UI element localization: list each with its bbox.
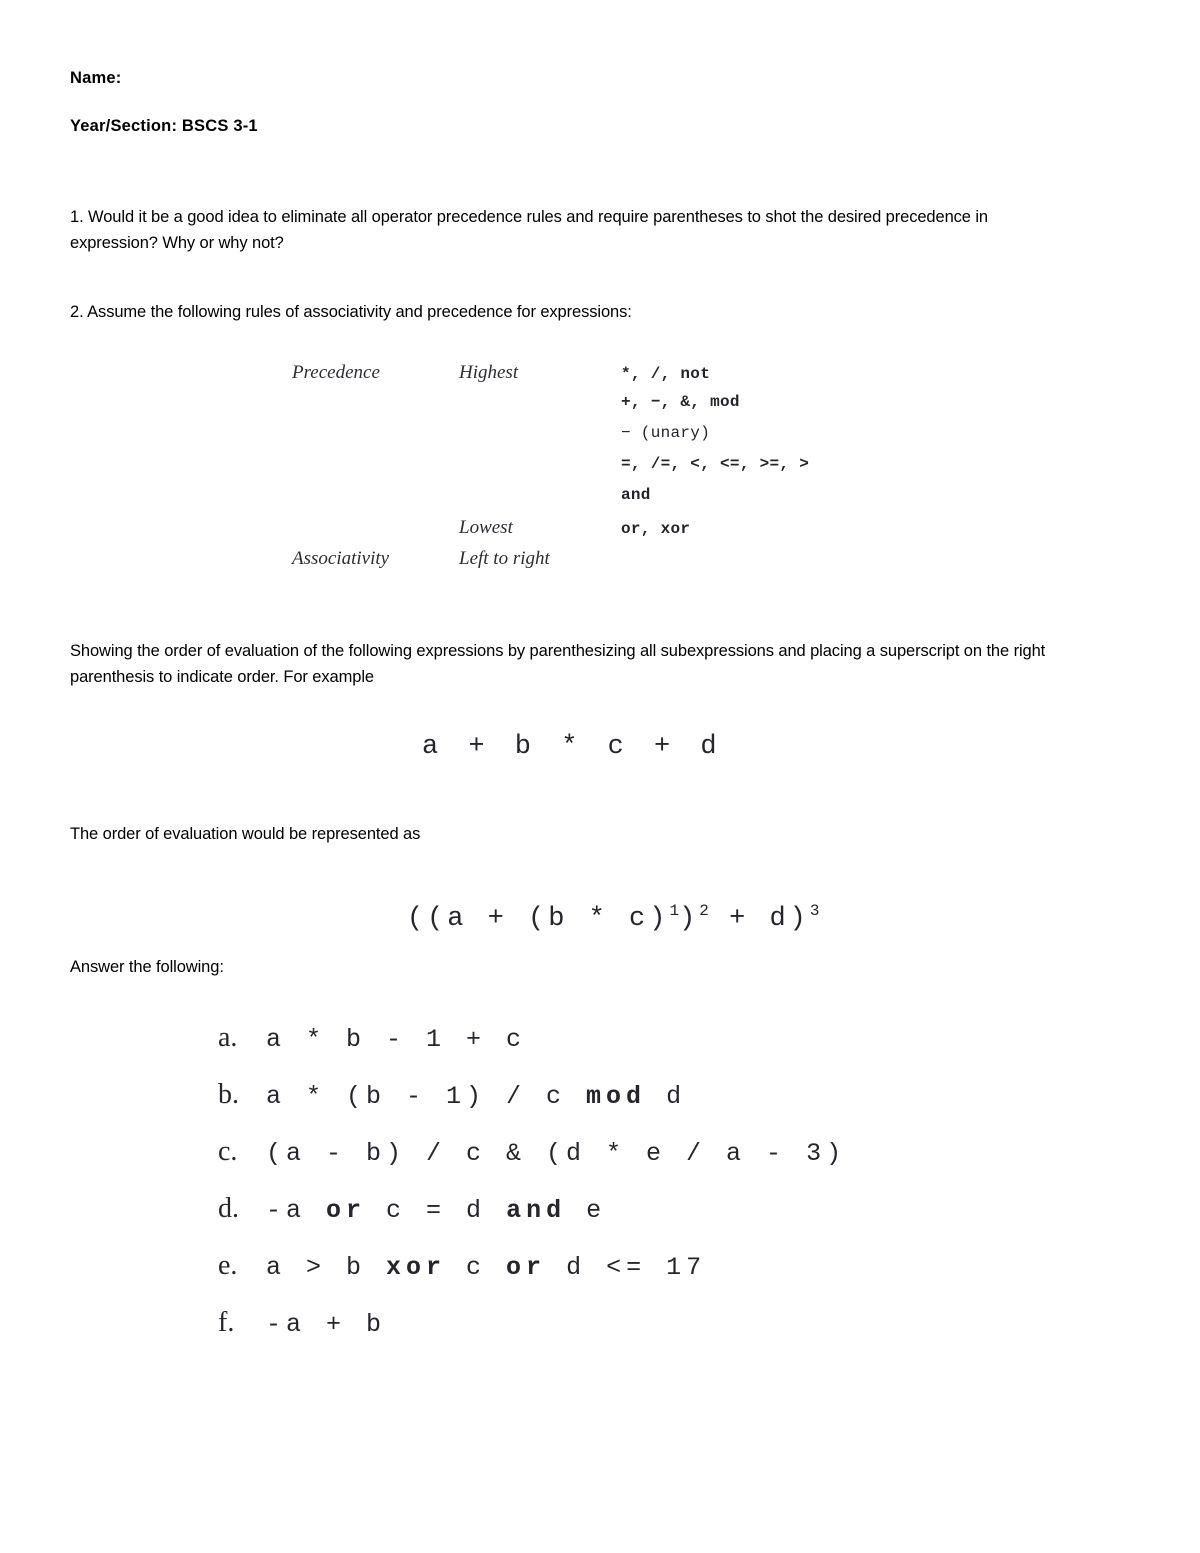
superscript-2: 2 [699,902,709,920]
rank-lowest: Lowest [459,517,513,538]
list-item-marker: e. [218,1250,238,1281]
superscript-3: 3 [809,902,820,920]
list-item: a. a * b - 1 + c [218,1022,1018,1079]
table-row: − (unary) [292,424,852,455]
list-item-marker: f. [218,1307,235,1338]
rank-highest: Highest [459,362,519,383]
table-row: Precedence Highest *, /, not [292,362,852,393]
operators-row-6: or, xor [621,520,691,538]
showing-instructions-text: Showing the order of evaluation of the f… [70,642,1046,686]
paren-part-1: ((a + (b * c) [406,904,670,934]
paren-part-3: + d) [708,904,810,934]
year-section-field-line: Year/Section: BSCS 3-1 [70,117,258,136]
list-item-marker: b. [218,1079,239,1110]
table-row: Associativity Left to right [292,548,852,579]
list-item-expression: a * (b - 1) / c mod d [266,1082,687,1111]
operators-row-1: *, /, not [621,365,711,383]
question-2-text: 2. Assume the following rules of associa… [70,303,632,321]
list-item-marker: d. [218,1193,239,1224]
name-field-line: Name: [70,69,122,87]
order-of-evaluation-text: The order of evaluation would be represe… [70,825,421,843]
operators-row-3: − (unary) [621,424,711,442]
example-expression: a + b * c + d [422,732,724,762]
precedence-associativity-table: Precedence Highest *, /, not +, −, &, mo… [292,362,852,579]
list-item-expression: (a - b) / c & (d * e / a - 3) [266,1139,847,1168]
document-page: Name: Year/Section: BSCS 3-1 1. Would it… [0,0,1200,1553]
student-info-header: Name: Year/Section: BSCS 3-1 [70,68,1090,165]
list-item: c. (a - b) / c & (d * e / a - 3) [218,1136,1018,1193]
answer-expression-list: a. a * b - 1 + c b. a * (b - 1) / c mod … [218,1022,1018,1364]
associativity-label: Associativity [292,548,390,569]
list-item-expression: -a + b [266,1310,387,1339]
list-item-marker: c. [218,1136,238,1167]
paren-part-2: ) [679,904,700,934]
associativity-value: Left to right [459,548,550,569]
table-row: =, /=, <, <=, >=, > [292,455,852,486]
operators-row-2: +, −, &, mod [621,393,740,411]
list-item: b. a * (b - 1) / c mod d [218,1079,1018,1136]
table-row: +, −, &, mod [292,393,852,424]
list-item: d. -a or c = d and e [218,1193,1018,1250]
list-item-expression: a * b - 1 + c [266,1025,527,1054]
list-item-expression: -a or c = d and e [266,1196,607,1225]
table-row: Lowest or, xor [292,517,852,548]
operators-row-4: =, /=, <, <=, >=, > [621,455,810,473]
operators-row-5: and [621,486,651,504]
question-1-text: 1. Would it be a good idea to eliminate … [70,208,989,252]
list-item: f. -a + b [218,1307,1018,1364]
table-row: and [292,486,852,517]
example-parenthesized-expression: ((a + (b * c)1)2 + d)3 [326,872,820,964]
precedence-label: Precedence [292,362,380,383]
list-item-marker: a. [218,1022,238,1053]
list-item-expression: a > b xor c or d <= 17 [266,1253,707,1282]
superscript-1: 1 [669,902,680,920]
list-item: e. a > b xor c or d <= 17 [218,1250,1018,1307]
answer-the-following-text: Answer the following: [70,958,224,976]
